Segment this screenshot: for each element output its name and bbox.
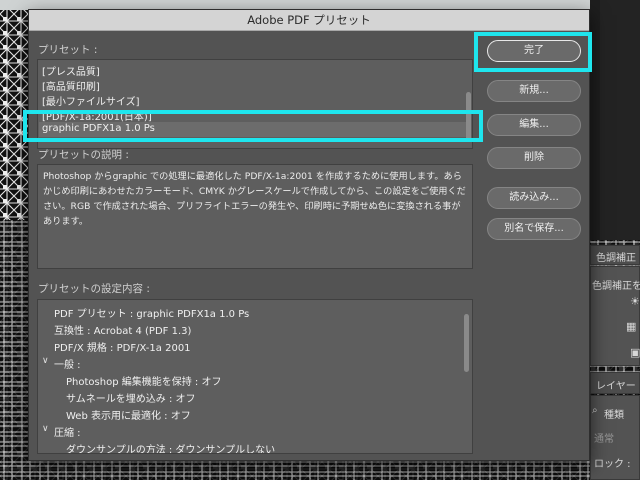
chevron-down-icon[interactable]: ∨ <box>42 356 49 366</box>
blend-mode-select[interactable]: 通常 <box>594 430 614 445</box>
list-item[interactable]: [高品質印刷] <box>42 78 100 93</box>
settings-row: Web 表示用に最適化 : オフ <box>66 411 191 422</box>
preset-label: プリセット : <box>38 44 98 56</box>
settings-row: 互換性 : Acrobat 4 (PDF 1.3) <box>54 326 192 337</box>
settings-group: 一般 : <box>54 360 81 371</box>
list-item[interactable]: [プレス品質] <box>42 63 100 78</box>
delete-button[interactable]: 削除 <box>487 147 581 169</box>
dialog-title: Adobe PDF プリセット <box>29 10 589 31</box>
edit-button[interactable]: 編集... <box>487 114 581 136</box>
highlight-selected-preset <box>23 110 483 142</box>
pdf-preset-dialog: Adobe PDF プリセット プリセット : [プレス品質] [高品質印刷] … <box>28 9 590 461</box>
description-label: プリセットの説明 : <box>38 149 129 161</box>
kind-filter-select[interactable]: 種類 <box>604 406 624 421</box>
load-button[interactable]: 読み込み... <box>487 187 581 209</box>
settings-row: Photoshop 編集機能を保持 : オフ <box>66 377 222 388</box>
settings-row: PDF プリセット : graphic PDFX1a 1.0 Ps <box>54 309 250 320</box>
save-as-button[interactable]: 別名で保存... <box>487 218 581 240</box>
search-icon: ⌕ <box>592 405 598 416</box>
layers-tab[interactable]: レイヤー <box>596 377 636 392</box>
chevron-down-icon[interactable]: ∨ <box>42 424 49 434</box>
lock-label: ロック : <box>594 459 631 470</box>
preset-settings-list[interactable]: PDF プリセット : graphic PDFX1a 1.0 Ps 互換性 : … <box>37 299 473 454</box>
photo-filter-icon[interactable]: ▣ <box>630 346 640 359</box>
settings-scrollbar[interactable] <box>464 314 469 372</box>
settings-label: プリセットの設定内容 : <box>38 283 150 295</box>
settings-row: PDF/X 規格 : PDF/X-1a 2001 <box>54 343 191 354</box>
new-button[interactable]: 新規... <box>487 80 581 102</box>
settings-group: 圧縮 : <box>54 428 81 439</box>
levels-icon[interactable]: ▦ <box>626 320 636 333</box>
settings-row: ダウンサンプルの方法 : ダウンサンプルしない <box>66 445 276 454</box>
preset-description: Photoshop からgraphic での処理に最適化した PDF/X-1a:… <box>37 164 473 269</box>
add-adjustment-label: 色調補正を追加 <box>592 281 640 292</box>
adjustments-tab[interactable]: 色調補正 <box>596 249 636 264</box>
list-item[interactable]: [最小ファイルサイズ] <box>42 93 140 108</box>
settings-row: サムネールを埋め込み : オフ <box>66 394 196 405</box>
brightness-icon[interactable]: ☀ <box>630 295 640 308</box>
highlight-done-button <box>474 32 592 72</box>
